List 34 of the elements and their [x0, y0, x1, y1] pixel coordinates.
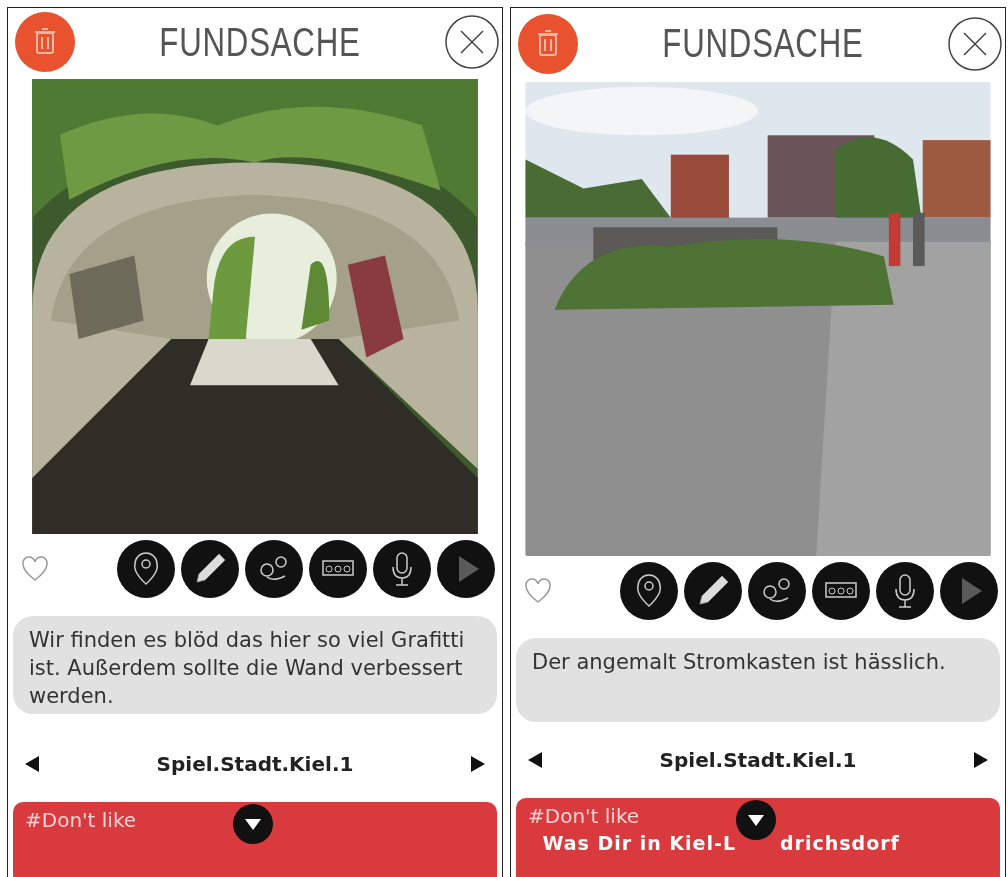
play-button[interactable] — [437, 539, 495, 598]
close-icon[interactable] — [947, 15, 1003, 72]
counter-button[interactable] — [812, 562, 870, 621]
screen-title: FUNDSACHE — [662, 21, 864, 67]
pins-button[interactable] — [245, 539, 303, 598]
trash-icon[interactable] — [14, 11, 76, 74]
expand-icon[interactable] — [233, 803, 273, 844]
headline-text: Was Dir in Kiel-L — [542, 832, 736, 855]
pin-button[interactable] — [117, 539, 175, 598]
pencil-button[interactable] — [684, 562, 742, 621]
location-name: Spiel.Stadt.Kiel.1 — [659, 748, 857, 773]
headline-text: drichsdorf — [780, 832, 900, 855]
pins-button[interactable] — [748, 562, 806, 621]
counter-button[interactable] — [309, 539, 367, 598]
location-name: Spiel.Stadt.Kiel.1 — [156, 751, 354, 776]
tag-label: #Don't like — [25, 807, 137, 832]
heart-icon[interactable] — [524, 578, 552, 605]
screen-title: FUNDSACHE — [159, 19, 361, 65]
expand-icon[interactable] — [736, 800, 776, 841]
next-icon[interactable] — [974, 752, 988, 769]
play-button[interactable] — [940, 562, 998, 621]
comment-text: Der angemalt Stromkasten ist hässlich. — [516, 638, 1000, 723]
previous-icon[interactable] — [528, 752, 542, 769]
comment-text: Wir finden es blöd das hier so viel Grafitti ist. Außerdem sollte die Wand verbessert werden. — [13, 615, 497, 714]
microphone-button[interactable] — [876, 562, 934, 621]
microphone-button[interactable] — [373, 539, 431, 598]
tag-label: #Don't like — [528, 804, 640, 829]
close-icon[interactable] — [444, 14, 500, 71]
trash-icon[interactable] — [517, 12, 579, 75]
heart-icon[interactable] — [21, 555, 49, 582]
pencil-button[interactable] — [181, 539, 239, 598]
previous-icon[interactable] — [25, 755, 39, 772]
next-icon[interactable] — [471, 755, 485, 772]
pin-button[interactable] — [620, 562, 678, 621]
